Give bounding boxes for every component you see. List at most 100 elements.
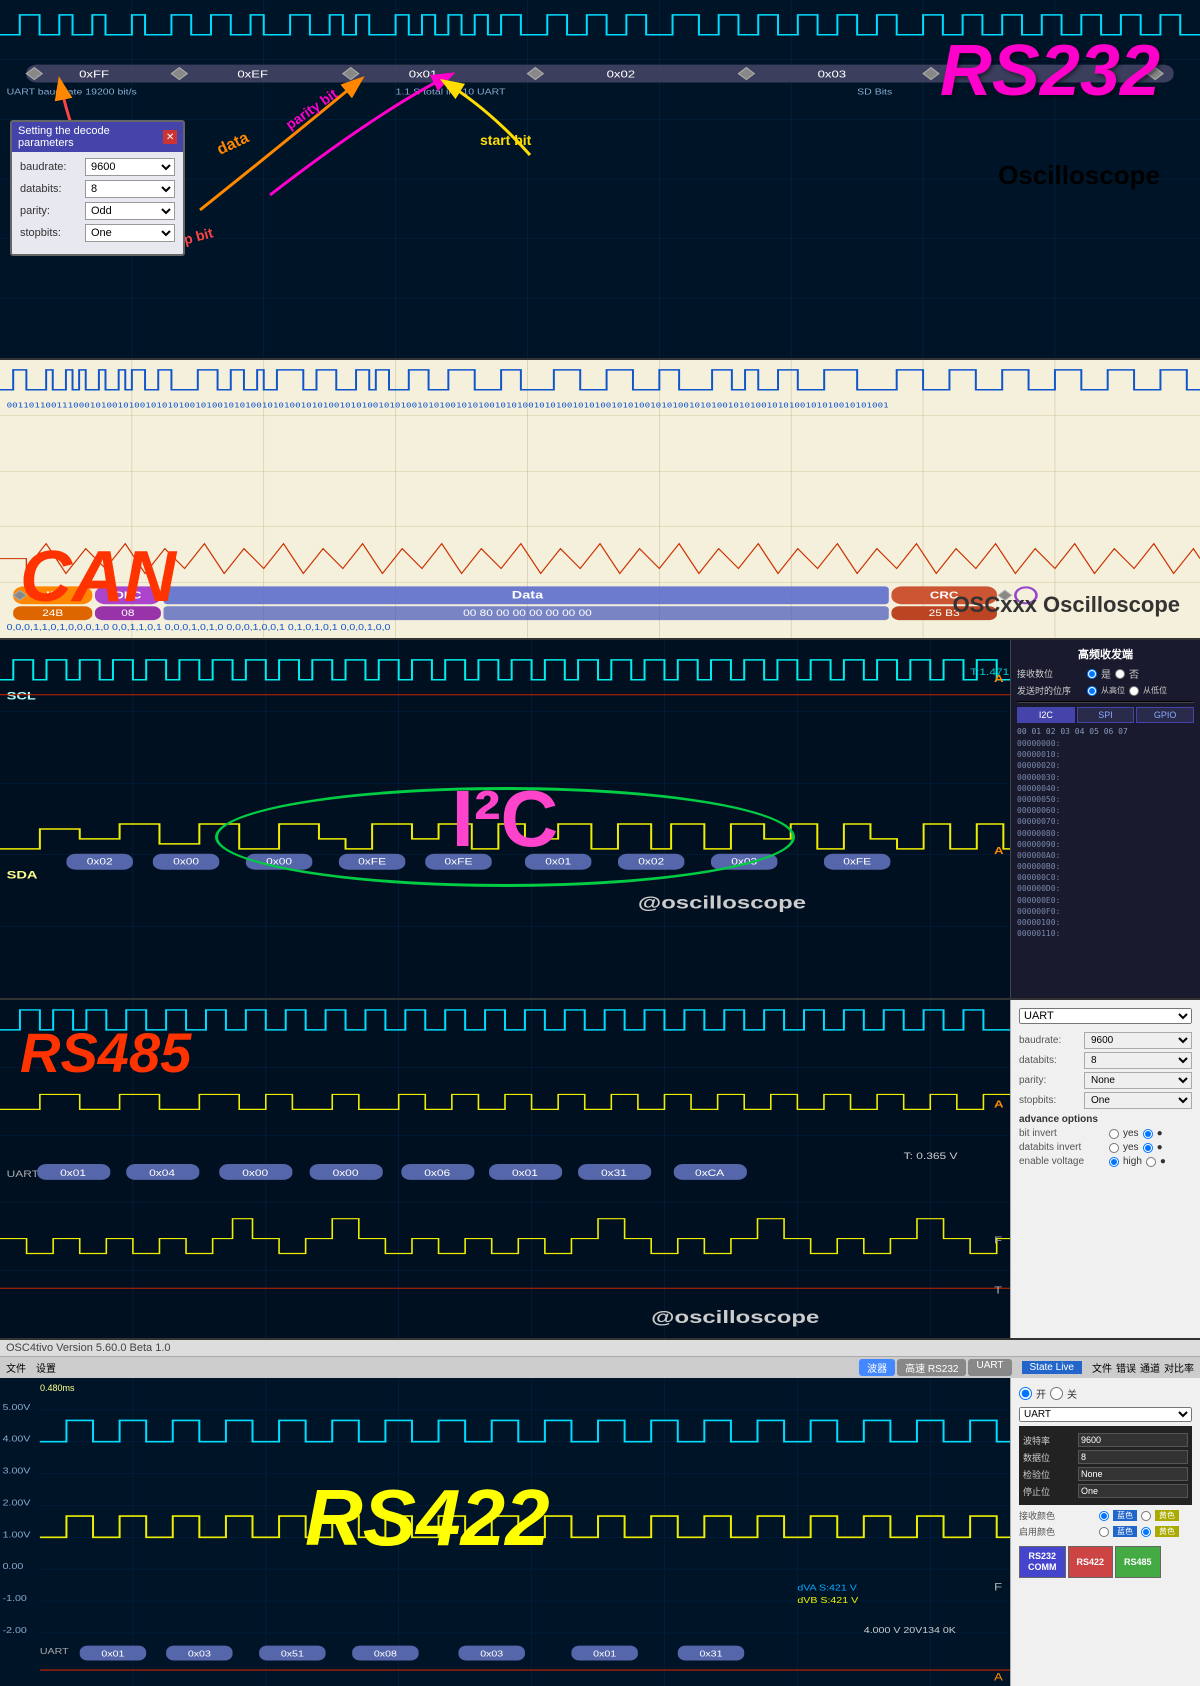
comm-buttons: RS232COMM RS422 RS485 bbox=[1019, 1546, 1192, 1578]
rs422-databits-label: 数据位 bbox=[1023, 1451, 1078, 1464]
databits-invert-no[interactable] bbox=[1143, 1143, 1153, 1153]
bit-invert-row: bit invert yes ● bbox=[1019, 1128, 1192, 1139]
hex-row-9: 00000090: bbox=[1017, 839, 1194, 850]
start-color-blue[interactable] bbox=[1099, 1511, 1109, 1521]
tab-oscilloscope[interactable]: 波器 bbox=[859, 1359, 895, 1376]
rs485-stopbits-row: stopbits: One bbox=[1019, 1092, 1192, 1109]
rs485-parity-select[interactable]: None bbox=[1084, 1072, 1192, 1089]
svg-text:0x04: 0x04 bbox=[149, 1168, 175, 1178]
rs422-waveform-area: 0.480ms 5.00V 4.00V 3.00V 2.00V 1.00V 0.… bbox=[0, 1378, 1010, 1686]
decode-dialog-title: Setting the decode parameters ✕ bbox=[12, 122, 183, 152]
rs485-stopbits-select[interactable]: One bbox=[1084, 1092, 1192, 1109]
time-label: 0.480ms bbox=[40, 1383, 75, 1393]
hex-row-8: 00000080: bbox=[1017, 828, 1194, 839]
submenu-file[interactable]: 文件 bbox=[1092, 1360, 1112, 1375]
recv-no-radio[interactable] bbox=[1115, 669, 1125, 679]
rs422-parity-input[interactable] bbox=[1078, 1467, 1188, 1481]
tab-high-speed[interactable]: 高速 RS232 bbox=[897, 1359, 966, 1376]
svg-text:F: F bbox=[994, 1235, 1002, 1246]
svg-text:-1.00: -1.00 bbox=[3, 1594, 27, 1604]
state-indicator: State Live bbox=[1022, 1361, 1082, 1374]
rs485-databits-label: databits: bbox=[1019, 1055, 1084, 1066]
baudrate-select[interactable]: 9600 19200 115200 bbox=[85, 158, 175, 176]
rs422-title: RS422 bbox=[305, 1472, 550, 1564]
close-radio[interactable] bbox=[1050, 1386, 1063, 1401]
svg-text:4.00V: 4.00V bbox=[3, 1435, 31, 1445]
hex-row-3: 00000030: bbox=[1017, 772, 1194, 783]
stopbits-row: stopbits: One Two bbox=[20, 224, 175, 242]
dialog-close-button[interactable]: ✕ bbox=[163, 130, 177, 144]
rs485-databits-row: databits: 8 bbox=[1019, 1052, 1192, 1069]
parity-row: parity: Odd Even None bbox=[20, 202, 175, 220]
rs485-title: RS485 bbox=[20, 1020, 191, 1085]
databits-invert-no-label: ● bbox=[1157, 1142, 1163, 1153]
recv-color-blue[interactable] bbox=[1099, 1527, 1109, 1537]
rs485-comm-button[interactable]: RS485 bbox=[1115, 1546, 1161, 1578]
svg-text:@oscilloscope: @oscilloscope bbox=[651, 1308, 819, 1327]
rs485-baudrate-row: baudrate: 9600 bbox=[1019, 1032, 1192, 1049]
bit-invert-no-label: ● bbox=[1157, 1128, 1163, 1139]
bit-invert-yes[interactable] bbox=[1109, 1129, 1119, 1139]
receive-option: 接收数位 是 否 bbox=[1017, 666, 1194, 681]
submenu-channel[interactable]: 通道 bbox=[1140, 1360, 1160, 1375]
svg-text:0xFF: 0xFF bbox=[79, 69, 109, 80]
parity-select[interactable]: Odd Even None bbox=[85, 202, 175, 220]
advance-options-label: advance options bbox=[1019, 1114, 1192, 1125]
send-high-radio[interactable] bbox=[1087, 686, 1097, 696]
start-color-yellow[interactable] bbox=[1141, 1511, 1151, 1521]
rs422-databits-input[interactable] bbox=[1078, 1450, 1188, 1464]
rs485-parity-label: parity: bbox=[1019, 1075, 1084, 1086]
menu-settings[interactable]: 设置 bbox=[36, 1360, 56, 1375]
rs422-sidebar: 开 关 UART 波特率 数据位 检验位 bbox=[1010, 1378, 1200, 1686]
tab-i2c[interactable]: I2C bbox=[1017, 707, 1075, 723]
rs485-baudrate-select[interactable]: 9600 bbox=[1084, 1032, 1192, 1049]
rs422-comm-button[interactable]: RS422 bbox=[1068, 1546, 1114, 1578]
tab-gpio[interactable]: GPIO bbox=[1136, 707, 1194, 723]
svg-text:T: T bbox=[994, 1285, 1002, 1296]
databits-invert-label: databits invert bbox=[1019, 1142, 1109, 1153]
rs422-uart-select[interactable]: UART bbox=[1019, 1407, 1192, 1422]
i2c-title: I²C bbox=[452, 773, 559, 865]
recv-yes-radio[interactable] bbox=[1087, 669, 1097, 679]
svg-text:00 80 00 00 00 00 00 00: 00 80 00 00 00 00 00 00 bbox=[463, 609, 592, 619]
databits-select[interactable]: 8 7 bbox=[85, 180, 175, 198]
svg-text:0x00: 0x00 bbox=[173, 857, 199, 867]
open-radio[interactable] bbox=[1019, 1386, 1032, 1401]
svg-text:001101100111000101001010010101: 0011011001110001010010100101010100101001… bbox=[7, 401, 889, 410]
databits-invert-yes-label: yes bbox=[1123, 1142, 1139, 1153]
svg-text:0xEF: 0xEF bbox=[237, 69, 268, 80]
enable-voltage-low[interactable] bbox=[1146, 1157, 1156, 1167]
send-low-radio[interactable] bbox=[1129, 686, 1139, 696]
hex-row-b: 000000B0: bbox=[1017, 861, 1194, 872]
rs422-stopbits-input[interactable] bbox=[1078, 1484, 1188, 1498]
hex-row-d: 000000D0: bbox=[1017, 883, 1194, 894]
svg-text:UART: UART bbox=[7, 1169, 40, 1179]
svg-text:-2.00: -2.00 bbox=[3, 1626, 27, 1636]
rs422-baudrate-input[interactable] bbox=[1078, 1433, 1188, 1447]
submenu-error[interactable]: 错误 bbox=[1116, 1360, 1136, 1375]
submenu-compare[interactable]: 对比率 bbox=[1164, 1360, 1194, 1375]
recv-color-label: 启用颜色 bbox=[1019, 1525, 1099, 1538]
databits-invert-row: databits invert yes ● bbox=[1019, 1142, 1192, 1153]
rs232-comm-button[interactable]: RS232COMM bbox=[1019, 1546, 1066, 1578]
tab-uart[interactable]: UART bbox=[968, 1359, 1011, 1376]
bit-invert-no[interactable] bbox=[1143, 1129, 1153, 1139]
rs422-parity-row: 检验位 bbox=[1023, 1467, 1188, 1481]
rs422-baudrate-label: 波特率 bbox=[1023, 1434, 1078, 1447]
svg-text:2.00V: 2.00V bbox=[3, 1498, 31, 1508]
rs422-main-content: 0.480ms 5.00V 4.00V 3.00V 2.00V 1.00V 0.… bbox=[0, 1378, 1200, 1686]
tab-spi[interactable]: SPI bbox=[1077, 707, 1135, 723]
send-label: 发送时的位序 bbox=[1017, 684, 1087, 697]
parity-label: parity: bbox=[20, 205, 85, 217]
enable-voltage-high[interactable] bbox=[1109, 1157, 1119, 1167]
rs485-databits-select[interactable]: 8 bbox=[1084, 1052, 1192, 1069]
stopbits-select[interactable]: One Two bbox=[85, 224, 175, 242]
recv-color-yellow[interactable] bbox=[1141, 1527, 1151, 1537]
databits-invert-yes[interactable] bbox=[1109, 1143, 1119, 1153]
i2c-section: SCL T:1.471 V A SDA 0x02 0x00 0x00 0xFE … bbox=[0, 640, 1200, 1000]
high-speed-title: 高频收发端 bbox=[1017, 646, 1194, 662]
software-title: OSC4tivo Version 5.60.0 Beta 1.0 bbox=[6, 1342, 171, 1354]
uart-type-select[interactable]: UART bbox=[1019, 1008, 1192, 1024]
menu-file[interactable]: 文件 bbox=[6, 1360, 26, 1375]
start-color-radios: 蓝色 黄色 bbox=[1099, 1510, 1179, 1521]
